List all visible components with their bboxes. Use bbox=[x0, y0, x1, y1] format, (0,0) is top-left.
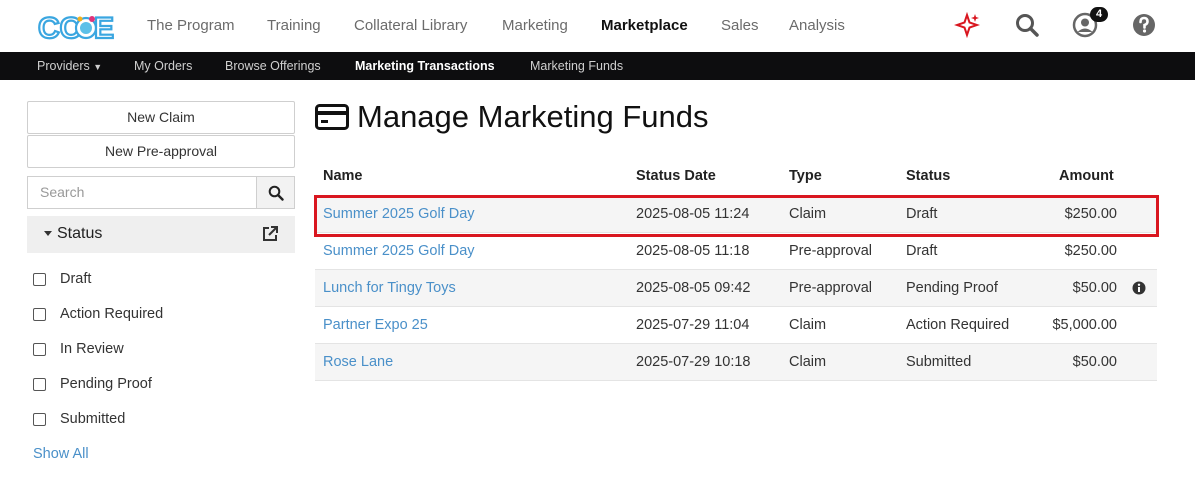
row-name-link[interactable]: Partner Expo 25 bbox=[323, 317, 428, 333]
ccoe-logo[interactable]: CC E bbox=[36, 8, 116, 46]
subnav-providers[interactable]: Providers ▼ bbox=[37, 59, 102, 73]
row-status-date: 2025-07-29 10:18 bbox=[636, 354, 751, 370]
status-filter-header[interactable]: Status bbox=[27, 216, 295, 253]
status-filter-label: Status bbox=[57, 225, 103, 242]
info-icon[interactable] bbox=[1132, 281, 1146, 295]
notification-badge: 4 bbox=[1090, 7, 1109, 22]
table-row[interactable]: Rose Lane 2025-07-29 10:18 Claim Submitt… bbox=[315, 344, 1157, 381]
subnav-my-orders[interactable]: My Orders bbox=[134, 59, 192, 73]
row-status: Action Required bbox=[906, 317, 1010, 333]
row-type: Claim bbox=[789, 317, 827, 333]
row-status-date: 2025-07-29 11:04 bbox=[636, 317, 750, 333]
row-amount: $50.00 bbox=[1072, 280, 1117, 296]
nav-training[interactable]: Training bbox=[267, 17, 321, 34]
filter-label: In Review bbox=[60, 341, 124, 357]
subnav-browse-offerings[interactable]: Browse Offerings bbox=[225, 59, 321, 73]
row-amount: $5,000.00 bbox=[1052, 317, 1117, 333]
table-row[interactable]: Partner Expo 25 2025-07-29 11:04 Claim A… bbox=[315, 307, 1157, 344]
page-title: Manage Marketing Funds bbox=[357, 99, 709, 134]
table-row[interactable]: Summer 2025 Golf Day 2025-08-05 11:18 Pr… bbox=[315, 233, 1157, 270]
column-header-amount[interactable]: Amount bbox=[1059, 168, 1114, 184]
row-amount: $50.00 bbox=[1072, 354, 1117, 370]
filter-label: Pending Proof bbox=[60, 376, 152, 392]
subnav-marketing-transactions[interactable]: Marketing Transactions bbox=[355, 59, 495, 73]
checkbox[interactable] bbox=[33, 343, 46, 356]
search-input[interactable]: Search bbox=[27, 176, 256, 209]
help-icon[interactable] bbox=[1132, 12, 1158, 38]
checkbox[interactable] bbox=[33, 378, 46, 391]
row-status: Draft bbox=[906, 243, 938, 259]
row-type: Pre-approval bbox=[789, 243, 873, 259]
filter-label: Draft bbox=[60, 271, 92, 287]
sparkle-icon[interactable] bbox=[954, 12, 980, 38]
nav-marketplace[interactable]: Marketplace bbox=[601, 17, 688, 34]
row-status-date: 2025-08-05 11:18 bbox=[636, 243, 750, 259]
column-header-status-date[interactable]: Status Date bbox=[636, 168, 716, 184]
new-claim-button[interactable]: New Claim bbox=[27, 101, 295, 134]
column-header-status[interactable]: Status bbox=[906, 168, 950, 184]
highlighted-row-outline bbox=[314, 195, 1159, 237]
filter-label: Submitted bbox=[60, 411, 126, 427]
checkbox[interactable] bbox=[33, 413, 46, 426]
external-link-icon[interactable] bbox=[261, 225, 279, 243]
filter-label: Action Required bbox=[60, 306, 164, 322]
svg-text:CC: CC bbox=[38, 12, 81, 45]
nav-the-program[interactable]: The Program bbox=[147, 17, 235, 34]
subnav-marketing-funds[interactable]: Marketing Funds bbox=[530, 59, 623, 73]
search-icon[interactable] bbox=[1014, 12, 1040, 38]
chevron-down-icon: ▼ bbox=[93, 62, 103, 72]
row-status: Pending Proof bbox=[906, 280, 998, 296]
row-amount: $250.00 bbox=[1064, 243, 1117, 259]
new-preapproval-button[interactable]: New Pre-approval bbox=[27, 135, 295, 168]
sub-navigation: Providers ▼ My Orders Browse Offerings M… bbox=[0, 52, 1195, 80]
row-type: Pre-approval bbox=[789, 280, 873, 296]
checkbox[interactable] bbox=[33, 273, 46, 286]
nav-sales[interactable]: Sales bbox=[721, 17, 759, 34]
column-header-type[interactable]: Type bbox=[789, 168, 822, 184]
row-name-link[interactable]: Rose Lane bbox=[323, 354, 393, 370]
nav-marketing[interactable]: Marketing bbox=[502, 17, 568, 34]
row-name-link[interactable]: Lunch for Tingy Toys bbox=[323, 280, 456, 296]
subnav-providers-label: Providers bbox=[37, 59, 90, 73]
nav-collateral-library[interactable]: Collateral Library bbox=[354, 17, 467, 34]
row-name-link[interactable]: Summer 2025 Golf Day bbox=[323, 243, 475, 259]
caret-down-icon bbox=[44, 231, 52, 236]
search-button[interactable] bbox=[256, 176, 295, 209]
show-all-link[interactable]: Show All bbox=[33, 446, 89, 462]
top-navigation: CC E The Program Training Collateral Lib… bbox=[0, 0, 1195, 52]
nav-analysis[interactable]: Analysis bbox=[789, 17, 845, 34]
search-icon bbox=[268, 185, 284, 201]
row-status-date: 2025-08-05 09:42 bbox=[636, 280, 751, 296]
row-status: Submitted bbox=[906, 354, 972, 370]
table-row[interactable]: Lunch for Tingy Toys 2025-08-05 09:42 Pr… bbox=[315, 270, 1157, 307]
svg-text:E: E bbox=[94, 12, 114, 45]
credit-card-icon bbox=[315, 104, 349, 130]
row-type: Claim bbox=[789, 354, 827, 370]
checkbox[interactable] bbox=[33, 308, 46, 321]
column-header-name[interactable]: Name bbox=[323, 168, 363, 184]
